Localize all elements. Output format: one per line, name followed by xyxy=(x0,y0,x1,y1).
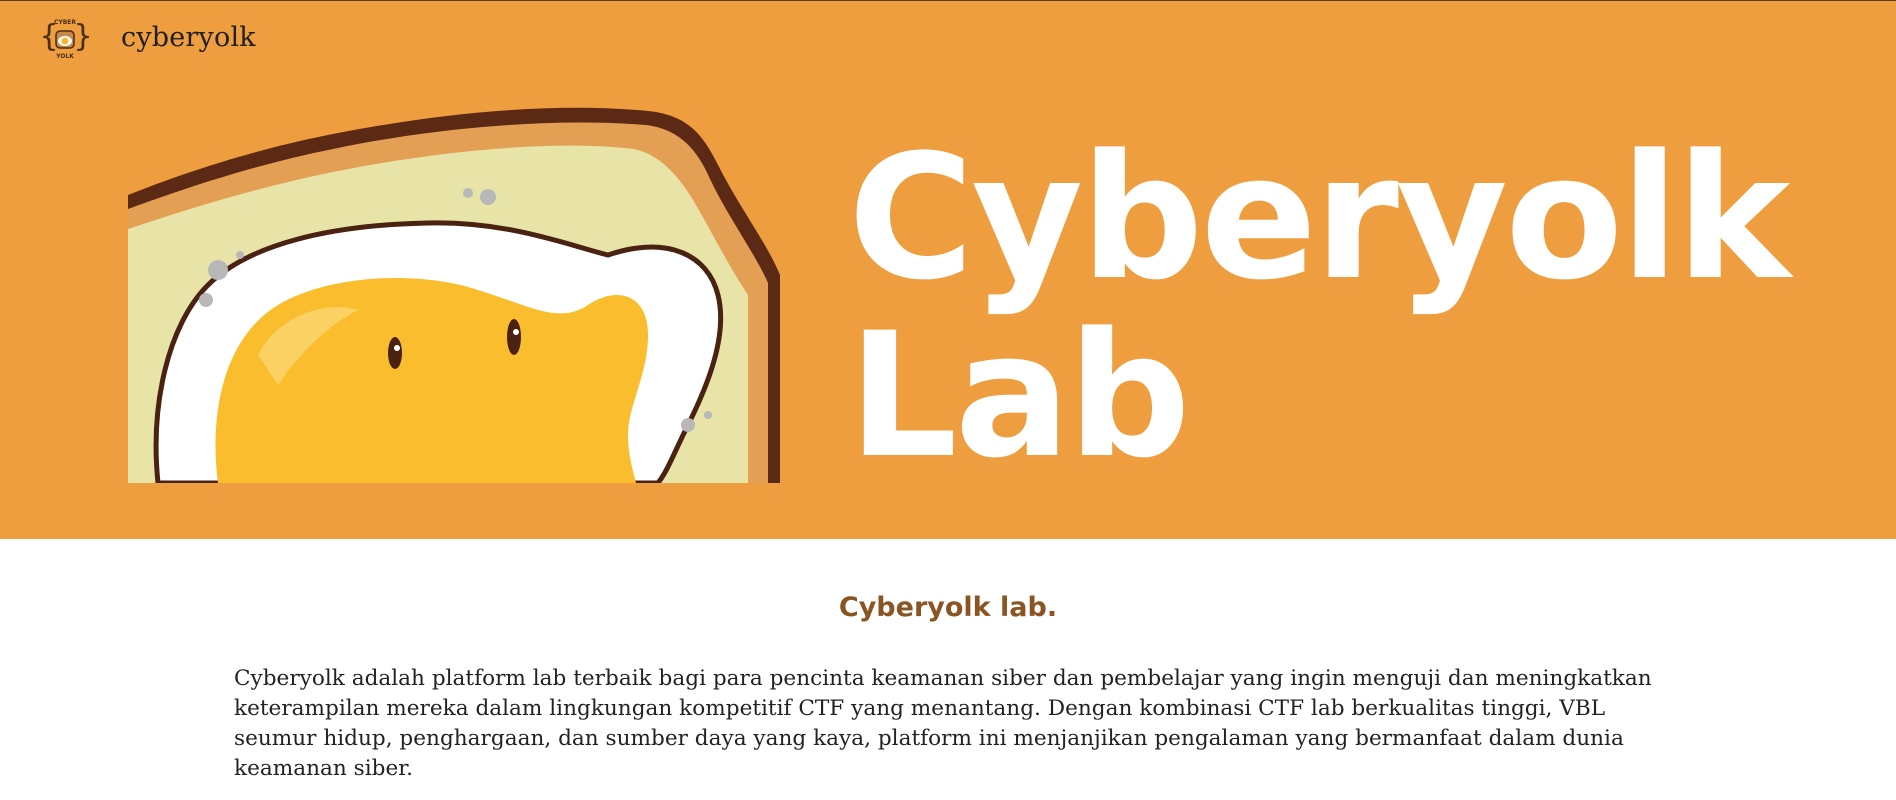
svg-text:}: } xyxy=(74,19,92,54)
section-heading: Cyberyolk lab. xyxy=(838,592,1058,623)
brand-name[interactable]: cyberyolk xyxy=(121,22,256,53)
navbar: { } CYBER YOLK cyberyolk xyxy=(36,11,256,63)
hero-title: Cyberyolk Lab xyxy=(848,117,1791,496)
section-description: Cyberyolk adalah platform lab terbaik ba… xyxy=(234,666,1652,781)
cyberyolk-logo-icon[interactable]: { } CYBER YOLK xyxy=(36,15,94,60)
hero-banner: { } CYBER YOLK cyberyolk Cyberyolk Lab xyxy=(0,0,1896,539)
svg-text:CYBER: CYBER xyxy=(54,19,76,26)
hero-title-line-2: Lab xyxy=(848,295,1191,496)
svg-text:YOLK: YOLK xyxy=(55,53,74,59)
hero-title-line-1: Cyberyolk xyxy=(848,117,1791,318)
egg-on-toast-icon xyxy=(128,105,780,483)
